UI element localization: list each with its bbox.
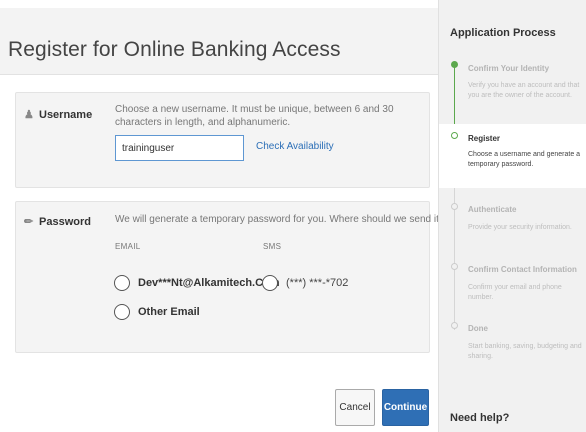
email-radio-option[interactable]: Dev***Nt@Alkamitech.Com <box>114 275 280 291</box>
main-panel: Register for Online Banking Access ♟ Use… <box>0 0 445 432</box>
email-radio-button[interactable] <box>114 275 130 291</box>
key-icon: ✏ <box>24 216 34 228</box>
other-email-radio-option[interactable]: Other Email <box>114 304 200 320</box>
sms-radio-option[interactable]: (***) ***-*702 <box>262 275 348 291</box>
username-input[interactable] <box>115 135 244 161</box>
step-confirm-identity: Confirm Your Identity Verify you have an… <box>439 56 586 114</box>
step-title: Confirm Contact Information <box>468 265 577 274</box>
step-description: Verify you have an account and that you … <box>468 82 580 99</box>
password-label: ✏ Password <box>24 215 91 229</box>
step-pending-dot <box>451 203 458 210</box>
step-description: Confirm your email and phone number. <box>468 284 562 301</box>
page-header: Register for Online Banking Access <box>0 8 438 75</box>
step-title: Register <box>468 134 501 143</box>
username-label-text: Username <box>39 108 93 121</box>
username-section: ♟ Username Choose a new username. It mus… <box>15 92 430 188</box>
email-option-label: Dev***Nt@Alkamitech.Com <box>138 277 280 289</box>
need-help-heading[interactable]: Need help? <box>450 412 509 424</box>
other-email-option-label: Other Email <box>138 306 200 318</box>
step-authenticate: Authenticate Provide your security infor… <box>439 198 586 248</box>
page-title: Register for Online Banking Access <box>8 38 341 61</box>
username-label: ♟ Username <box>24 108 93 122</box>
password-description: We will generate a temporary password fo… <box>115 214 445 225</box>
step-title: Done <box>468 324 488 333</box>
sms-option-label: (***) ***-*702 <box>286 277 349 289</box>
step-description: Choose a username and generate a tempora… <box>468 151 581 168</box>
application-process-sidebar: Application Process Confirm Your Identit… <box>438 0 586 432</box>
password-label-text: Password <box>39 215 91 228</box>
person-icon: ♟ <box>24 109 34 121</box>
step-title: Confirm Your Identity <box>468 64 550 73</box>
step-description: Provide your security information. <box>468 224 572 231</box>
sms-column-header: SMS <box>263 242 282 251</box>
sms-radio-button[interactable] <box>262 275 278 291</box>
step-done: Done Start banking, saving, budgeting an… <box>439 317 586 377</box>
password-section: ✏ Password We will generate a temporary … <box>15 201 445 353</box>
check-availability-link[interactable]: Check Availability <box>256 141 334 152</box>
step-pending-dot <box>451 322 458 329</box>
step-pending-dot <box>451 263 458 270</box>
email-column-header: EMAIL <box>115 242 141 251</box>
sidebar-title: Application Process <box>450 27 556 39</box>
step-description: Start banking, saving, budgeting and sha… <box>468 343 582 360</box>
step-active-dot <box>451 132 458 139</box>
continue-button[interactable]: Continue <box>382 389 429 426</box>
step-completed-dot <box>451 61 458 68</box>
other-email-radio-button[interactable] <box>114 304 130 320</box>
step-title: Authenticate <box>468 205 517 214</box>
step-register: Register Choose a username and generate … <box>439 124 586 188</box>
username-description: Choose a new username. It must be unique… <box>115 104 394 128</box>
step-confirm-contact: Confirm Contact Information Confirm your… <box>439 258 586 308</box>
cancel-button[interactable]: Cancel <box>335 389 375 426</box>
